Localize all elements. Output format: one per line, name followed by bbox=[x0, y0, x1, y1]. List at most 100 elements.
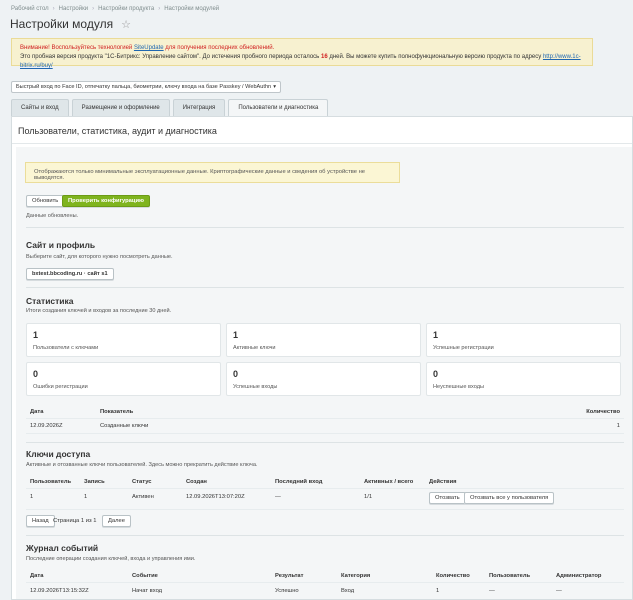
pager-next-button[interactable]: Далее bbox=[102, 515, 131, 527]
alert-line2a: Это пробная версия продукта "1С-Битрикс:… bbox=[20, 54, 321, 60]
column-header-date: Дата bbox=[30, 573, 44, 579]
divider bbox=[26, 535, 624, 536]
cell-last-login: — bbox=[275, 494, 281, 500]
tab-users-diagnostics[interactable]: Пользователи и диагностика bbox=[228, 99, 329, 116]
tab-integration[interactable]: Интеграция bbox=[172, 99, 226, 116]
siteupdate-link[interactable]: SiteUpdate bbox=[134, 45, 164, 51]
alert-suffix: для получения последних обновлений. bbox=[163, 45, 275, 51]
divider bbox=[26, 227, 624, 228]
breadcrumb-item[interactable]: Настройки bbox=[59, 6, 88, 12]
column-header-admin: Администратор bbox=[556, 573, 602, 579]
settings-panel: Пользователи, статистика, аудит и диагно… bbox=[11, 116, 633, 600]
cell-result: Успешно bbox=[275, 588, 299, 594]
chevron-down-icon: ▾ bbox=[273, 84, 276, 90]
stat-label: Успешные регистрации bbox=[433, 345, 494, 351]
cell-count: 1 bbox=[616, 423, 620, 429]
column-header-user: Пользователь bbox=[30, 479, 72, 485]
stat-value: 0 bbox=[233, 369, 239, 379]
refresh-button[interactable]: Обновить bbox=[26, 195, 65, 207]
tab-placement-design[interactable]: Размещение и оформление bbox=[71, 99, 170, 116]
site-select-button[interactable]: bxtest.bbcoding.ru · сайт s1 bbox=[26, 268, 114, 280]
panel-title: Пользователи, статистика, аудит и диагно… bbox=[12, 117, 632, 144]
revoke-all-button[interactable]: Отозвать все у пользователя bbox=[464, 492, 555, 504]
stat-value: 1 bbox=[233, 330, 239, 340]
pager-prev-button[interactable]: Назад bbox=[26, 515, 55, 527]
breadcrumb-item[interactable]: Настройки модулей bbox=[164, 6, 219, 12]
keys-desc: Активные и отозванные ключи пользователе… bbox=[26, 462, 258, 468]
divider bbox=[26, 509, 624, 510]
breadcrumb-separator: › bbox=[52, 6, 55, 12]
cell-user: — bbox=[489, 588, 495, 594]
divider bbox=[26, 442, 624, 443]
stat-value: 1 bbox=[33, 330, 39, 340]
site-section-title: Сайт и профиль bbox=[26, 240, 96, 250]
column-header-date: Дата bbox=[30, 409, 44, 415]
alert-days: 16 bbox=[320, 54, 328, 60]
cell-record: 1 bbox=[84, 494, 88, 500]
column-header-count: Количество bbox=[436, 573, 470, 579]
divider bbox=[26, 287, 624, 288]
divider bbox=[26, 433, 624, 434]
stat-card: 1 Успешные регистрации bbox=[426, 323, 621, 357]
column-header-record: Запись bbox=[84, 479, 105, 485]
stat-value: 0 bbox=[433, 369, 439, 379]
cell-date: 12.09.2026Z bbox=[30, 423, 63, 429]
divider bbox=[26, 582, 624, 583]
column-header-status: Статус bbox=[132, 479, 152, 485]
column-header-event: Событие bbox=[132, 573, 158, 579]
stat-label: Активные ключи bbox=[233, 345, 276, 351]
column-header-count: Количество bbox=[586, 409, 620, 415]
stat-value: 1 bbox=[433, 330, 439, 340]
stat-card: 0 Успешные входы bbox=[226, 362, 421, 396]
privacy-notice: Отображаются только минимальные эксплуат… bbox=[25, 162, 400, 183]
trial-alert: Внимание! Воспользуйтесь технологией Sit… bbox=[11, 38, 593, 69]
star-icon[interactable]: ☆ bbox=[121, 18, 131, 31]
breadcrumb-item[interactable]: Рабочий стол bbox=[11, 6, 49, 12]
cell-created: 12.09.2026T13:07:20Z bbox=[186, 494, 245, 500]
column-header-result: Результат bbox=[275, 573, 304, 579]
cell-admin: — bbox=[556, 588, 562, 594]
revoke-button[interactable]: Отозвать bbox=[429, 492, 466, 504]
journal-desc: Последние операции создания ключей, вход… bbox=[26, 556, 196, 562]
column-header-created: Создан bbox=[186, 479, 207, 485]
panel-content: Отображаются только минимальные эксплуат… bbox=[16, 147, 632, 599]
breadcrumb: Рабочий стол › Настройки › Настройки проду… bbox=[11, 6, 219, 12]
column-header-category: Категория bbox=[341, 573, 371, 579]
column-header-metric: Показатель bbox=[100, 409, 134, 415]
stats-desc: Итоги создания ключей и входов за послед… bbox=[26, 308, 172, 314]
module-select[interactable]: Быстрый вход по Face ID, отпечатку пальц… bbox=[11, 81, 281, 93]
cell-active-total: 1/1 bbox=[364, 494, 373, 500]
divider bbox=[26, 418, 624, 419]
stats-title: Статистика bbox=[26, 296, 74, 306]
cell-category: Вход bbox=[341, 588, 355, 594]
column-header-actions: Действия bbox=[429, 479, 457, 485]
stat-card: 1 Пользователи с ключами bbox=[26, 323, 221, 357]
keys-title: Ключи доступа bbox=[26, 449, 91, 459]
alert-prefix: Внимание! Воспользуйтесь технологией bbox=[20, 45, 134, 51]
column-header-active-total: Активных / всего bbox=[364, 479, 414, 485]
column-header-last-login: Последний вход bbox=[275, 479, 323, 485]
site-section-desc: Выберите сайт, для которого нужно посмот… bbox=[26, 254, 173, 260]
pager-info: Страница 1 из 1 bbox=[53, 518, 97, 524]
breadcrumb-separator: › bbox=[158, 6, 161, 12]
stat-card: 0 Ошибки регистрации bbox=[26, 362, 221, 396]
cell-metric: Созданные ключи bbox=[100, 423, 149, 429]
cell-date: 12.09.2026T13:15:32Z bbox=[30, 588, 89, 594]
check-config-button[interactable]: Проверить конфигурацию bbox=[62, 195, 150, 207]
page-title: Настройки модуля bbox=[10, 17, 114, 31]
cell-user: 1 bbox=[30, 494, 34, 500]
stat-label: Ошибки регистрации bbox=[33, 384, 88, 390]
stat-label: Неуспешные входы bbox=[433, 384, 484, 390]
module-select-value: Быстрый вход по Face ID, отпечатку пальц… bbox=[16, 84, 272, 90]
stat-value: 0 bbox=[33, 369, 39, 379]
stat-card: 1 Активные ключи bbox=[226, 323, 421, 357]
stat-card: 0 Неуспешные входы bbox=[426, 362, 621, 396]
tab-sites-login[interactable]: Сайты и вход bbox=[11, 99, 69, 116]
journal-title: Журнал событий bbox=[26, 543, 99, 553]
divider bbox=[26, 488, 624, 489]
stat-label: Пользователи с ключами bbox=[33, 345, 99, 351]
cell-event: Начат вход bbox=[132, 588, 163, 594]
alert-line2b: дней. Вы можете купить полнофункциональн… bbox=[327, 54, 543, 60]
breadcrumb-item[interactable]: Настройки продукта bbox=[98, 6, 154, 12]
stat-label: Успешные входы bbox=[233, 384, 278, 390]
